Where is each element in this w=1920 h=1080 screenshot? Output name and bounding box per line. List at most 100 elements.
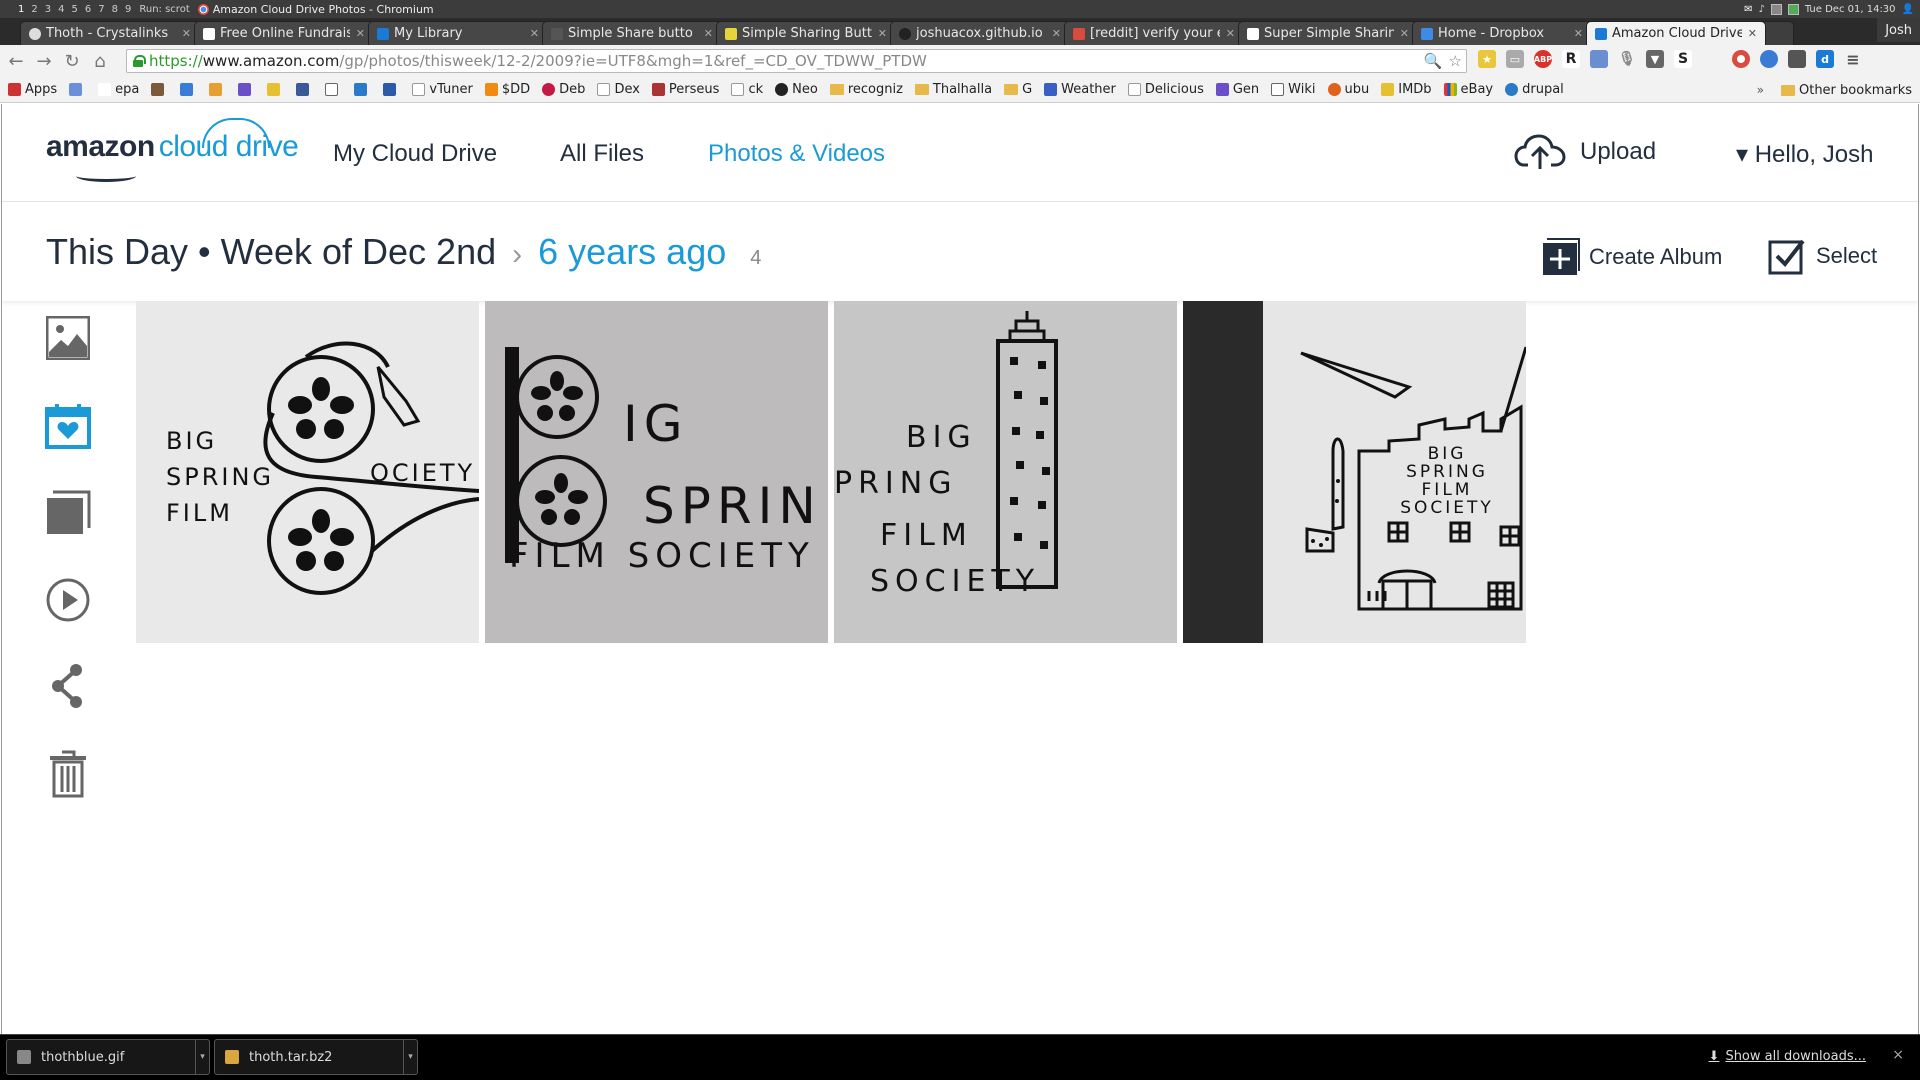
bookmark-epa[interactable]: epa [98,82,139,97]
bookmark-icon-only[interactable] [69,83,86,96]
bookmark-delicious[interactable]: Delicious [1127,82,1204,97]
s-extension-icon[interactable]: S [1674,50,1692,68]
image-icon[interactable] [44,314,92,362]
create-album-button[interactable]: Create Album [1541,237,1722,277]
music-icon[interactable]: ♪ [1758,4,1764,15]
workspace-9[interactable]: 9 [125,4,131,15]
tab-thoth-crystalinks[interactable]: Thoth - Crystalinks ✕ [20,21,200,45]
menu-icon[interactable]: ≡ [1844,50,1862,69]
bookmark-ebay[interactable]: eBay [1443,82,1493,97]
tab-simple-sharing-buttons[interactable]: Simple Sharing Butt ✕ [716,21,896,45]
close-tab-icon[interactable]: ✕ [1052,27,1061,40]
tab-simple-share-buttons[interactable]: Simple Share butto ✕ [542,21,722,45]
bookmark-ubu[interactable]: ubu [1327,82,1369,97]
bookmark-neo[interactable]: Neo [775,82,818,97]
forward-arrow-icon[interactable]: → [32,49,56,73]
video-play-icon[interactable] [44,576,92,624]
bookmarks-overflow-chevron[interactable]: » [1757,77,1764,103]
bookmark-drupal[interactable]: drupal [1505,82,1564,97]
workspace-2[interactable]: 2 [31,4,37,15]
run-prompt[interactable]: Run: scrot [139,4,189,15]
bookmark-icon-only[interactable] [354,83,371,96]
close-tab-icon[interactable]: ✕ [1748,27,1757,40]
chevron-down-icon[interactable]: ▾ [403,1040,417,1074]
workspace-switcher[interactable]: 1 2 3 4 5 6 7 8 9 [0,4,131,15]
bookmark-icon-only[interactable] [325,83,342,96]
download-item[interactable]: thoth.tar.bz2 ▾ [214,1039,418,1075]
pocket-icon[interactable]: ▼ [1646,50,1664,68]
network-icon[interactable] [1787,3,1799,15]
select-button[interactable]: Select [1768,237,1877,275]
photo-thumbnail[interactable]: IG SPRIN FILM SOCIETY [485,301,828,643]
profile-button[interactable]: Josh [1877,18,1920,42]
bookmark-icon-only[interactable] [267,83,284,96]
clipboard-icon[interactable] [1770,3,1782,15]
tab-super-simple-sharing[interactable]: Super Simple Sharin ✕ [1238,21,1418,45]
bookmark-icon-only[interactable] [209,83,226,96]
photo-thumbnail[interactable]: BIG PRING FILM SOCIETY [834,301,1177,643]
address-bar[interactable]: https://www.amazon.com/gp/photos/thiswee… [126,49,1467,73]
chevron-down-icon[interactable]: ▾ [195,1040,209,1074]
readability-icon[interactable]: R [1562,50,1580,68]
close-tab-icon[interactable]: ✕ [1400,27,1409,40]
close-tab-icon[interactable]: ✕ [1226,27,1235,40]
microphone-icon[interactable]: 🎙 [1618,50,1636,68]
bookmark-ck[interactable]: ck [731,82,763,97]
close-tab-icon[interactable]: ✕ [356,27,365,40]
bookmark-star-icon[interactable]: ☆ [1449,52,1462,70]
grid-extension-icon[interactable] [1590,50,1608,68]
dropbox-extension-icon[interactable]: d [1816,50,1834,68]
bookmark-deb[interactable]: Deb [542,82,585,97]
bookmark-perseus[interactable]: Perseus [651,82,719,97]
close-tab-icon[interactable]: ✕ [1574,27,1583,40]
nav-photos-videos[interactable]: Photos & Videos [708,140,885,168]
reload-icon[interactable]: ↻ [60,49,84,73]
bookmark-dex[interactable]: Dex [597,82,640,97]
extension-star-icon[interactable]: ★ [1478,50,1496,68]
albums-icon[interactable] [44,489,92,537]
workspace-7[interactable]: 7 [98,4,104,15]
back-arrow-icon[interactable]: ← [4,49,28,73]
bookmark-wiki[interactable]: Wiki [1271,82,1316,97]
bookmark-recogniz[interactable]: recogniz [829,82,903,97]
bookmark-icon-only[interactable] [238,83,255,96]
amazon-cloud-drive-logo[interactable]: amazon cloud drive [46,118,299,182]
notification-icon[interactable]: ✉ [1744,4,1752,15]
download-item[interactable]: thothblue.gif ▾ [6,1039,210,1075]
account-menu[interactable]: ▾ Hello, Josh [1736,140,1873,169]
workspace-8[interactable]: 8 [112,4,118,15]
photo-thumbnail[interactable]: BIG SPRING FILM SOCIETY [1183,301,1526,643]
tab-amazon-cloud-drive[interactable]: Amazon Cloud Drive ✕ [1586,21,1766,45]
workspace-4[interactable]: 4 [58,4,64,15]
upload-button[interactable]: Upload [1514,132,1656,172]
bookmark-thalhalla[interactable]: Thalhalla [914,82,992,97]
close-tab-icon[interactable]: ✕ [878,27,887,40]
bookmark-icon-only[interactable] [151,83,168,96]
tab-my-library[interactable]: My Library ✕ [368,21,548,45]
calendar-heart-icon[interactable] [44,402,92,450]
show-all-downloads-link[interactable]: ⬇ Show all downloads... [1709,1049,1866,1064]
workspace-6[interactable]: 6 [85,4,91,15]
close-tab-icon[interactable]: ✕ [704,27,713,40]
nav-my-cloud-drive[interactable]: My Cloud Drive [333,140,497,168]
bookmark-icon-only[interactable] [383,83,400,96]
close-tab-icon[interactable]: ✕ [182,27,191,40]
workspace-5[interactable]: 5 [72,4,78,15]
share-icon[interactable] [44,662,92,710]
film-extension-icon[interactable] [1788,50,1806,68]
bookmark-g[interactable]: G [1004,82,1032,97]
bookmark-apps[interactable]: Apps [8,82,57,97]
bookmark-imdb[interactable]: IMDb [1381,82,1432,97]
bookmark-icon-only[interactable] [296,83,313,96]
feather-extension-icon[interactable] [1760,50,1778,68]
breadcrumb-years-ago[interactable]: 6 years ago [538,231,726,273]
chrome-extension-icon[interactable] [1732,50,1750,68]
bookmark-dd[interactable]: $DD [484,82,530,97]
clock[interactable]: Tue Dec 01, 14:30 [1805,4,1896,15]
photo-thumbnail[interactable]: BIG SPRING FILM OCIETY [136,301,479,643]
tab-home-dropbox[interactable]: Home - Dropbox ✕ [1412,21,1592,45]
close-tab-icon[interactable]: ✕ [530,27,539,40]
trash-icon[interactable] [44,750,92,798]
user-icon[interactable]: 👤 [1902,4,1914,15]
workspace-1[interactable]: 1 [18,4,24,15]
